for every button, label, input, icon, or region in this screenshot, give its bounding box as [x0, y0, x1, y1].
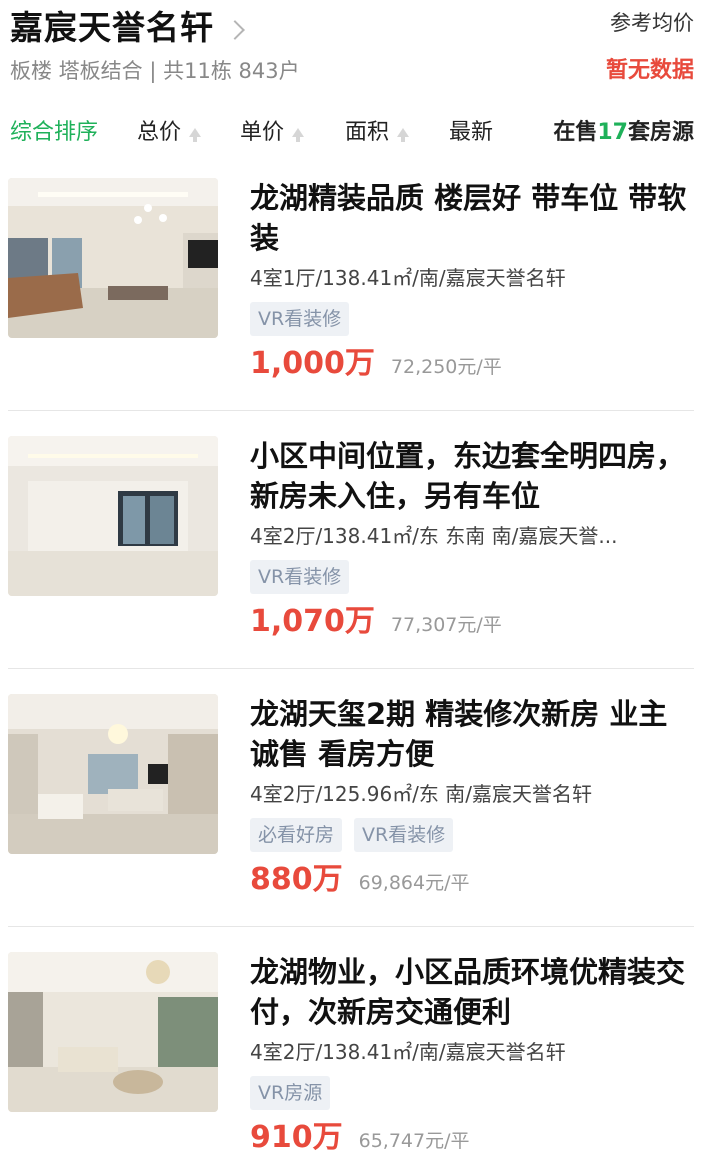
avg-price-label: 参考均价: [610, 11, 694, 35]
listing-tag: VR看装修: [354, 818, 454, 852]
listing-title[interactable]: 龙湖精装品质 楼层好 带车位 带软装: [250, 178, 694, 258]
listing-unit-price: 77,307元/平: [390, 614, 502, 636]
listing-card[interactable]: 龙湖物业，小区品质环境优精装交付，次新房交通便利 4室2厅/138.41㎡/南/…: [8, 952, 694, 1168]
sort-latest-label: 最新: [449, 120, 494, 145]
divider: [8, 668, 694, 669]
sort-arrow-up-icon: [397, 127, 410, 142]
listing-price: 880万: [250, 862, 343, 897]
listing-card[interactable]: 小区中间位置，东边套全明四房，新房未入住，另有车位 4室2厅/138.41㎡/东…: [8, 436, 694, 694]
sort-total-price[interactable]: 总价: [137, 118, 202, 148]
chevron-right-icon[interactable]: [225, 20, 245, 40]
listing-title[interactable]: 龙湖物业，小区品质环境优精装交付，次新房交通便利: [250, 952, 694, 1032]
avg-price-value: 暂无数据: [605, 58, 694, 83]
listing-price: 1,070万: [250, 604, 375, 639]
listing-meta: 4室2厅/125.96㎡/东 南/嘉宸天誉名轩: [250, 782, 593, 806]
sort-arrow-up-icon: [189, 127, 202, 142]
listing-tag: VR看装修: [250, 302, 350, 336]
sort-unit-price[interactable]: 单价: [240, 118, 305, 148]
title-row[interactable]: 嘉宸天誉名轩: [10, 8, 245, 48]
listing-meta: 4室2厅/138.41㎡/东 东南 南/嘉宸天誉...: [250, 524, 618, 548]
community-header: 嘉宸天誉名轩 板楼 塔板结合 | 共11栋 843户 参考均价 暂无数据: [0, 0, 708, 100]
listing-count: 在售17套房源: [553, 118, 694, 148]
community-title[interactable]: 嘉宸天誉名轩: [10, 8, 214, 48]
listing-info: 龙湖天玺2期 精装修次新房 业主诚售 看房方便 4室2厅/125.96㎡/东 南…: [250, 694, 694, 900]
listing-tags: VR看装修: [250, 560, 694, 594]
divider: [8, 926, 694, 927]
price-row: 1,070万 77,307元/平: [250, 602, 694, 642]
listing-price: 1,000万: [250, 346, 375, 381]
listing-meta: 4室1厅/138.41㎡/南/嘉宸天誉名轩: [250, 266, 566, 290]
price-row: 910万 65,747元/平: [250, 1118, 694, 1158]
listing-unit-price: 72,250元/平: [390, 356, 502, 378]
price-row: 880万 69,864元/平: [250, 860, 694, 900]
sort-arrow-up-icon: [292, 127, 305, 142]
page: 嘉宸天誉名轩 板楼 塔板结合 | 共11栋 843户 参考均价 暂无数据 综合排…: [0, 0, 708, 1168]
listing-info: 龙湖物业，小区品质环境优精装交付，次新房交通便利 4室2厅/138.41㎡/南/…: [250, 952, 694, 1158]
listing-tags: VR看装修: [250, 302, 694, 336]
listing-count-prefix: 在售: [553, 120, 598, 145]
listing-card[interactable]: 龙湖精装品质 楼层好 带车位 带软装 4室1厅/138.41㎡/南/嘉宸天誉名轩…: [8, 178, 694, 436]
listing-count-suffix: 套房源: [627, 120, 694, 145]
listing-tag: 必看好房: [250, 818, 343, 852]
listing-count-number: 17: [597, 120, 628, 145]
listing-title[interactable]: 小区中间位置，东边套全明四房，新房未入住，另有车位: [250, 436, 694, 516]
listing-photo[interactable]: [8, 694, 218, 854]
listing-card[interactable]: 龙湖天玺2期 精装修次新房 业主诚售 看房方便 4室2厅/125.96㎡/东 南…: [8, 694, 694, 952]
price-row: 1,000万 72,250元/平: [250, 344, 694, 384]
listing-price: 910万: [250, 1120, 343, 1155]
sort-comprehensive[interactable]: 综合排序: [10, 118, 98, 148]
sort-latest[interactable]: 最新: [449, 118, 493, 148]
sort-area-label: 面积: [345, 120, 390, 145]
listing-title[interactable]: 龙湖天玺2期 精装修次新房 业主诚售 看房方便: [250, 694, 694, 774]
listing-meta: 4室2厅/138.41㎡/南/嘉宸天誉名轩: [250, 1040, 566, 1064]
sort-area[interactable]: 面积: [345, 118, 410, 148]
listing-photo[interactable]: [8, 178, 218, 338]
sort-unit-price-label: 单价: [240, 120, 285, 145]
listing-info: 龙湖精装品质 楼层好 带车位 带软装 4室1厅/138.41㎡/南/嘉宸天誉名轩…: [250, 178, 694, 384]
listing-tags: VR房源: [250, 1076, 694, 1110]
listing-unit-price: 65,747元/平: [358, 1130, 470, 1152]
sort-comprehensive-label: 综合排序: [10, 120, 99, 145]
listing-tag: VR房源: [250, 1076, 331, 1110]
listing-tag: VR看装修: [250, 560, 350, 594]
divider: [8, 410, 694, 411]
community-subtitle: 板楼 塔板结合 | 共11栋 843户: [10, 59, 300, 83]
listing-tags: 必看好房 VR看装修: [250, 818, 694, 852]
listing-unit-price: 69,864元/平: [358, 872, 470, 894]
listing-photo[interactable]: [8, 436, 218, 596]
listing-photo[interactable]: [8, 952, 218, 1112]
sort-total-price-label: 总价: [137, 120, 182, 145]
listing-info: 小区中间位置，东边套全明四房，新房未入住，另有车位 4室2厅/138.41㎡/东…: [250, 436, 694, 642]
